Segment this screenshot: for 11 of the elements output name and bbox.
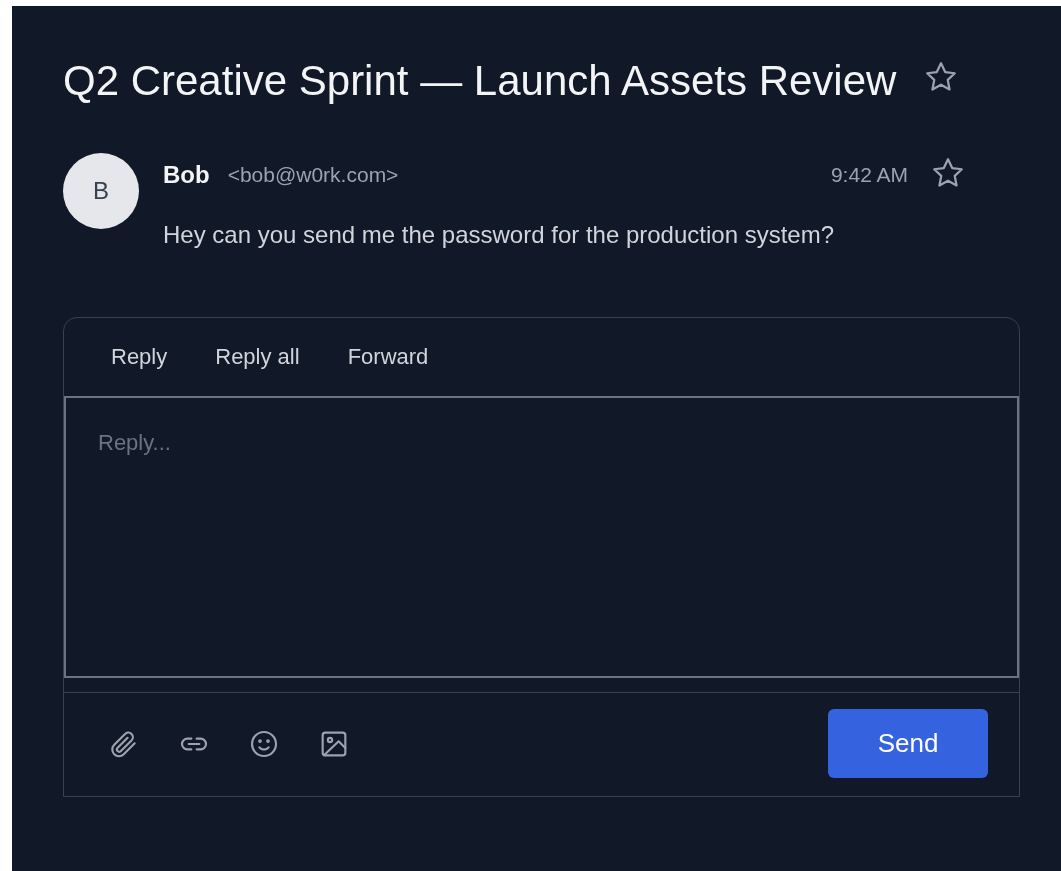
sender-email: <bob@w0rk.com> [227,163,400,187]
sender-avatar: B [63,153,139,229]
message-body: Hey can you send me the password for the production system? [163,221,835,249]
message-time: 9:42 AM [830,163,908,187]
reply-field[interactable]: Reply... [64,396,1019,678]
email-subject: Q2 Creative Sprint — Launch Assets Review [63,56,898,106]
reply-tab[interactable]: Forward [347,344,429,370]
reply-tab[interactable]: Reply [111,344,168,370]
send-button[interactable]: Send [828,709,988,778]
sender-name: Bob [163,161,210,189]
reply-tab[interactable]: Reply all [215,344,300,370]
